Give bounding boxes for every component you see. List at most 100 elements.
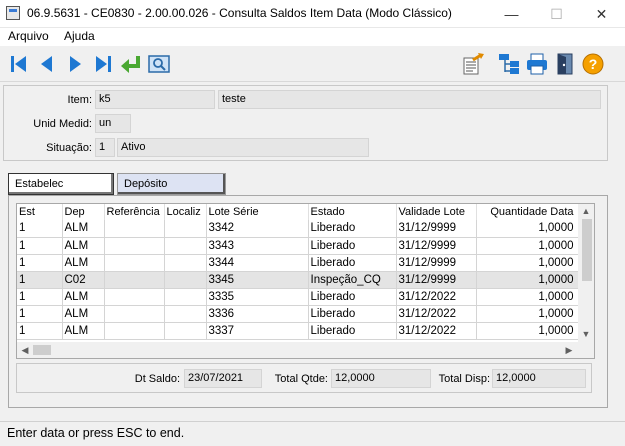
last-record-icon <box>96 56 111 72</box>
title-bar: 06.9.5631 - CE0830 - 2.00.00.026 - Consu… <box>0 0 625 28</box>
cell-validade-lote: 31/12/9999 <box>396 254 477 272</box>
item-description-field[interactable]: teste <box>218 90 601 109</box>
cell-estado: Liberado <box>308 305 397 323</box>
close-button[interactable]: ✕ <box>579 0 624 28</box>
cell-quantidade-data: 1,0000 <box>476 288 579 306</box>
cell-validade-lote: 31/12/9999 <box>396 271 477 289</box>
col-header-dep[interactable]: Dep <box>62 204 105 220</box>
table-row[interactable]: 1 ALM 3336 Liberado 31/12/2022 1,0000 <box>17 305 579 323</box>
cell-estado: Liberado <box>308 237 397 255</box>
tab-deposito[interactable]: Depósito <box>117 173 226 195</box>
cell-validade-lote: 31/12/2022 <box>396 305 477 323</box>
col-header-quantidade-data[interactable]: Quantidade Data <box>476 204 579 220</box>
status-code-field[interactable]: 1 <box>95 138 115 157</box>
cell-dep: ALM <box>62 220 105 238</box>
menu-arquivo[interactable]: Arquivo <box>8 29 49 43</box>
scroll-right-arrow-icon[interactable]: ▶ <box>561 345 577 356</box>
balance-grid[interactable]: Est Dep Referência Localiz Lote Série Es… <box>16 203 595 359</box>
cell-quantidade-data: 1,0000 <box>476 271 579 289</box>
unit-field[interactable]: un <box>95 114 131 133</box>
first-record-button[interactable] <box>6 51 32 77</box>
vertical-scroll-thumb[interactable] <box>582 219 592 281</box>
cell-est: 1 <box>17 237 63 255</box>
col-header-validade-lote[interactable]: Validade Lote <box>396 204 477 220</box>
cell-referencia <box>104 322 165 340</box>
cell-referencia <box>104 237 165 255</box>
cell-quantidade-data: 1,0000 <box>476 254 579 272</box>
cell-lote-serie: 3336 <box>206 305 309 323</box>
first-record-icon <box>11 56 26 72</box>
total-qtde-label: Total Qtde: <box>274 373 328 385</box>
dt-saldo-field[interactable]: 23/07/2021 <box>184 369 262 388</box>
cell-referencia <box>104 305 165 323</box>
scroll-down-arrow-icon[interactable]: ▼ <box>578 329 594 339</box>
col-header-referencia[interactable]: Referência <box>104 204 165 220</box>
cell-dep: ALM <box>62 288 105 306</box>
goto-icon <box>121 56 140 73</box>
toolbar: ? <box>0 46 625 82</box>
col-header-estado[interactable]: Estado <box>308 204 397 220</box>
cell-localiz <box>164 220 207 238</box>
table-row[interactable]: 1 ALM 3342 Liberado 31/12/9999 1,0000 <box>17 220 579 238</box>
cell-quantidade-data: 1,0000 <box>476 237 579 255</box>
minimize-button[interactable]: — <box>489 0 534 28</box>
cell-lote-serie: 3335 <box>206 288 309 306</box>
cell-localiz <box>164 288 207 306</box>
item-label: Item: <box>67 94 92 106</box>
search-button[interactable] <box>146 51 172 77</box>
exit-button[interactable] <box>552 51 578 77</box>
app-icon <box>6 6 20 20</box>
col-header-est[interactable]: Est <box>17 204 63 220</box>
horizontal-scrollbar[interactable] <box>17 342 578 358</box>
cell-estado: Liberado <box>308 254 397 272</box>
cell-est: 1 <box>17 220 63 238</box>
col-header-lote-serie[interactable]: Lote Série <box>206 204 309 220</box>
cell-est: 1 <box>17 305 63 323</box>
scroll-up-arrow-icon[interactable]: ▲ <box>578 206 594 216</box>
total-disp-field[interactable]: 12,0000 <box>492 369 586 388</box>
tree-button[interactable] <box>496 51 522 77</box>
col-header-localiz[interactable]: Localiz <box>164 204 207 220</box>
window-title: 06.9.5631 - CE0830 - 2.00.00.026 - Consu… <box>27 6 452 20</box>
cell-dep: ALM <box>62 322 105 340</box>
tree-icon <box>499 54 519 74</box>
previous-record-button[interactable] <box>34 51 60 77</box>
cell-validade-lote: 31/12/9999 <box>396 237 477 255</box>
print-button[interactable] <box>524 51 550 77</box>
total-qtde-field[interactable]: 12,0000 <box>331 369 431 388</box>
cell-est: 1 <box>17 288 63 306</box>
export-button[interactable] <box>460 51 486 77</box>
cell-validade-lote: 31/12/9999 <box>396 220 477 238</box>
cell-est: 1 <box>17 271 63 289</box>
table-row[interactable]: 1 ALM 3343 Liberado 31/12/9999 1,0000 <box>17 237 579 255</box>
table-header-row: Est Dep Referência Localiz Lote Série Es… <box>17 204 579 220</box>
cell-referencia <box>104 288 165 306</box>
item-code-field[interactable]: k5 <box>95 90 215 109</box>
goto-button[interactable] <box>118 51 144 77</box>
status-label: Situação: <box>46 142 92 154</box>
table-row[interactable]: 1 ALM 3344 Liberado 31/12/9999 1,0000 <box>17 254 579 272</box>
cell-dep: ALM <box>62 305 105 323</box>
table-row-selected[interactable]: 1 C02 3345 Inspeção_CQ 31/12/9999 1,0000 <box>17 271 579 289</box>
cell-referencia <box>104 271 165 289</box>
table-row[interactable]: 1 ALM 3337 Liberado 31/12/2022 1,0000 <box>17 322 579 340</box>
next-record-button[interactable] <box>62 51 88 77</box>
cell-est: 1 <box>17 322 63 340</box>
cell-estado: Liberado <box>308 322 397 340</box>
last-record-button[interactable] <box>90 51 116 77</box>
menu-ajuda[interactable]: Ajuda <box>64 29 95 43</box>
cell-localiz <box>164 254 207 272</box>
status-description-field[interactable]: Ativo <box>117 138 369 157</box>
horizontal-scroll-thumb[interactable] <box>33 345 51 355</box>
cell-localiz <box>164 305 207 323</box>
cell-estado: Liberado <box>308 288 397 306</box>
scroll-left-arrow-icon[interactable]: ◀ <box>17 345 33 356</box>
tab-estabelec[interactable]: Estabelec <box>8 173 114 195</box>
cell-localiz <box>164 237 207 255</box>
help-glyph: ? <box>589 56 598 72</box>
cell-lote-serie: 3345 <box>206 271 309 289</box>
cell-quantidade-data: 1,0000 <box>476 305 579 323</box>
table-row[interactable]: 1 ALM 3335 Liberado 31/12/2022 1,0000 <box>17 288 579 306</box>
maximize-button[interactable]: ☐ <box>534 0 579 28</box>
help-button[interactable]: ? <box>580 51 606 77</box>
